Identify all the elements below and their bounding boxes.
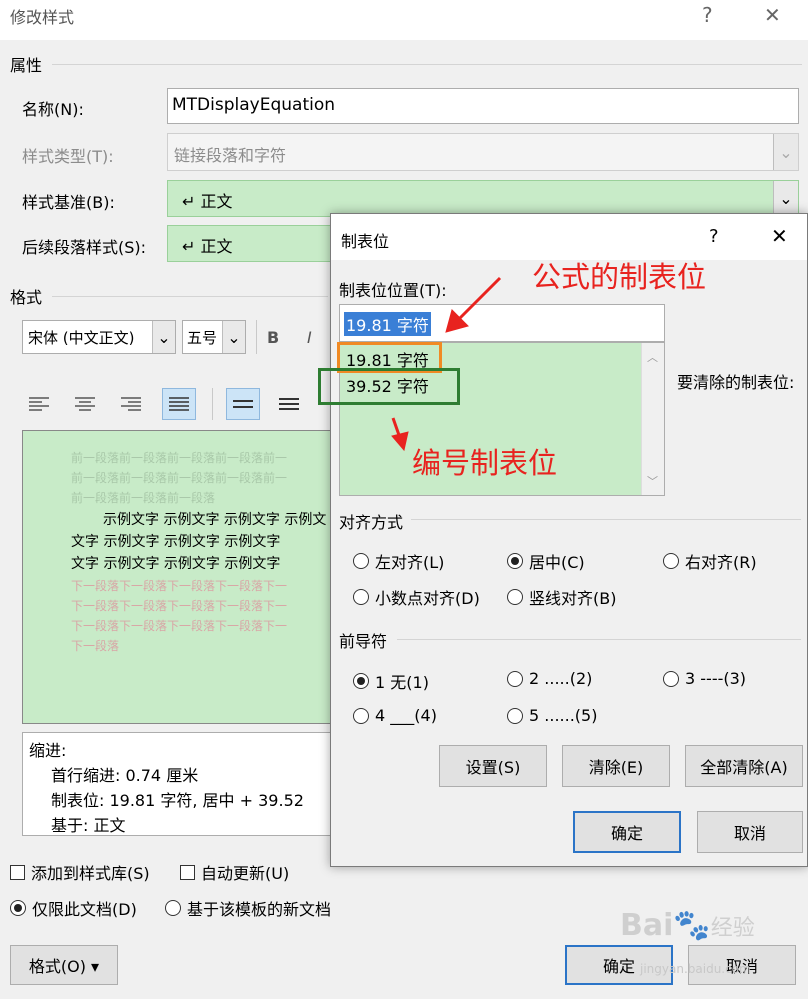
paw-icon: 🐾: [673, 908, 711, 943]
watermark-brand2: 经验: [710, 916, 755, 941]
watermark-url: jingyan.baidu.com: [640, 962, 751, 976]
baidu-watermark: Bai🐾经验: [620, 908, 755, 943]
watermark-brand: Bai: [620, 908, 674, 943]
annotation-arrows: [391, 276, 502, 452]
